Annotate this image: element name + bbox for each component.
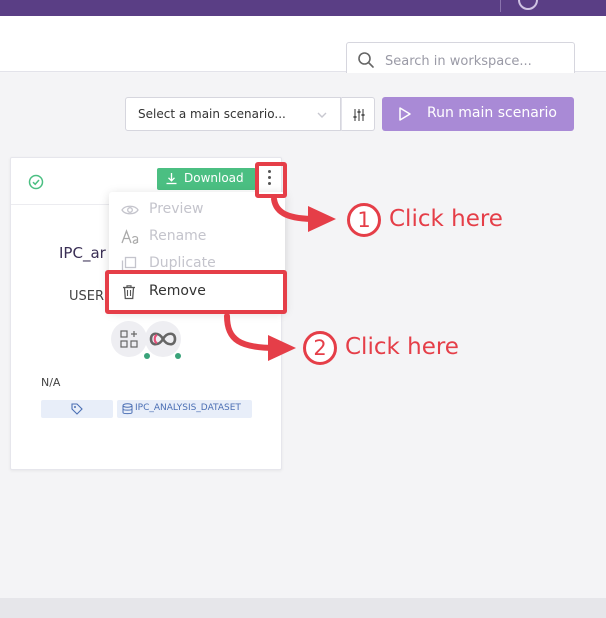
menu-item-preview[interactable]: Preview xyxy=(109,197,285,223)
check-circle-icon xyxy=(28,174,44,190)
app-icon-bubble xyxy=(111,321,147,357)
project-title[interactable]: IPC_ar xyxy=(59,244,106,262)
menu-item-label: Duplicate xyxy=(149,255,216,271)
eye-icon xyxy=(121,205,139,215)
search-icon xyxy=(358,52,374,68)
menu-item-rename[interactable]: Rename xyxy=(109,224,285,250)
plugin-icon-bubble xyxy=(145,321,181,357)
run-main-scenario-button[interactable]: Run main scenario xyxy=(382,97,574,131)
footer-strip xyxy=(0,598,606,618)
chevron-down-icon xyxy=(317,112,327,118)
sliders-icon xyxy=(353,109,365,121)
menu-item-label: Preview xyxy=(149,201,204,217)
annotation-text: Click here xyxy=(389,206,503,232)
annotation-callout-2: 2 Click here xyxy=(303,331,503,367)
status-dot xyxy=(144,353,150,359)
scenario-filter-button[interactable] xyxy=(341,97,375,131)
main-scenario-select[interactable]: Select a main scenario... xyxy=(125,97,341,131)
project-owner: USER xyxy=(69,289,105,304)
top-app-bar xyxy=(0,0,606,16)
add-grid-icon xyxy=(120,330,138,348)
annotation-callout-1: 1 Click here xyxy=(347,203,547,239)
main-scenario-select-value: Select a main scenario... xyxy=(138,107,286,121)
annotation-number: 2 xyxy=(303,331,337,365)
download-icon xyxy=(166,173,177,185)
dataset-chip[interactable]: IPC_ANALYSIS_DATASET xyxy=(117,400,252,418)
project-tag-value: N/A xyxy=(41,376,61,389)
menu-item-label: Rename xyxy=(149,228,207,244)
annotation-highlight-remove-item xyxy=(105,270,287,314)
run-main-scenario-label: Run main scenario xyxy=(427,105,557,121)
download-label: Download xyxy=(184,171,244,185)
tag-icon xyxy=(71,403,83,415)
download-button[interactable]: Download xyxy=(157,168,256,190)
user-avatar[interactable] xyxy=(518,0,538,10)
status-dot xyxy=(175,353,181,359)
tag-chip[interactable] xyxy=(41,400,113,418)
play-icon xyxy=(399,107,411,121)
search-input[interactable] xyxy=(385,51,565,71)
annotation-highlight-more-button xyxy=(255,162,287,198)
rename-icon xyxy=(121,229,139,244)
workspace-header xyxy=(0,16,606,78)
annotation-text: Click here xyxy=(345,334,459,360)
database-icon xyxy=(122,403,133,415)
annotation-number: 1 xyxy=(347,203,381,237)
infinity-icon xyxy=(149,332,177,346)
topbar-divider xyxy=(500,0,501,12)
dataset-label: IPC_ANALYSIS_DATASET xyxy=(135,403,241,413)
